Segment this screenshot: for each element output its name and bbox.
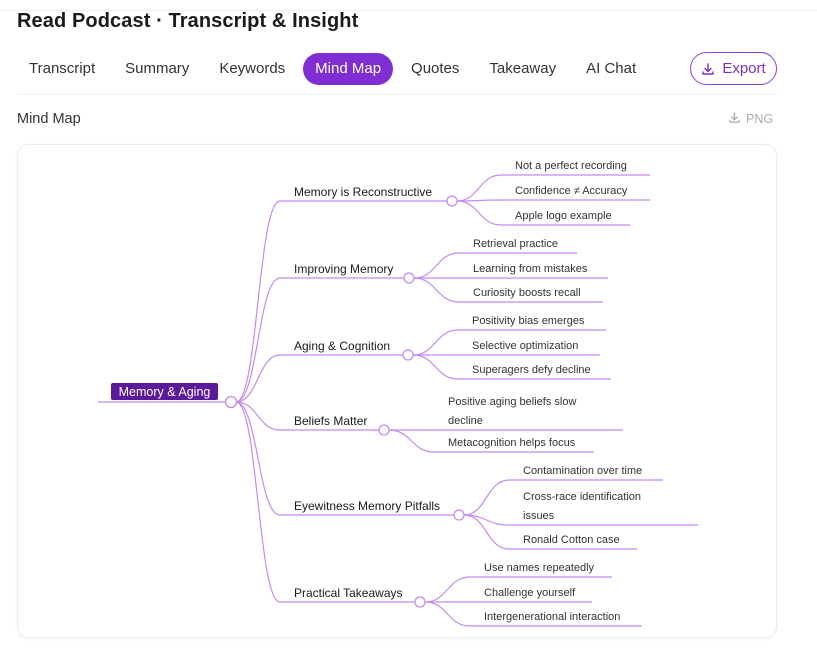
child-label: Confidence ≠ Accuracy	[515, 185, 628, 197]
child-label: issues	[523, 510, 555, 522]
child-label: Apple logo example	[515, 210, 612, 222]
branch-toggle	[402, 349, 414, 361]
branch-label: Improving Memory	[294, 262, 393, 276]
child-label: Retrieval practice	[473, 238, 558, 250]
mind-map: Memory & Aging Memory is Reconstructive No…	[98, 160, 698, 627]
child-label: Contamination over time	[523, 465, 642, 477]
branch-label: Eyewitness Memory Pitfalls	[294, 499, 440, 513]
branch-label: Aging & Cognition	[294, 339, 390, 353]
child-edge	[412, 329, 459, 356]
child-edge	[413, 277, 460, 303]
child-label: Learning from mistakes	[473, 263, 588, 275]
child-label: decline	[448, 415, 483, 427]
branch-toggle	[403, 272, 415, 284]
child-edge	[463, 479, 510, 516]
branch-toggle	[453, 509, 465, 521]
child-label: Intergenerational interaction	[484, 611, 620, 623]
child-label: Cross-race identification	[523, 491, 641, 503]
child-label: Not a perfect recording	[515, 160, 627, 172]
branch-label: Beliefs Matter	[294, 414, 367, 428]
branch-toggle	[446, 195, 458, 207]
child-label: Positive aging beliefs slow	[448, 396, 576, 408]
child-label: Superagers defy decline	[472, 364, 591, 376]
child-edge	[456, 174, 502, 202]
child-label: Ronald Cotton case	[523, 534, 620, 546]
branch-edge	[235, 401, 281, 603]
child-edge	[456, 200, 502, 226]
branch-label: Practical Takeaways	[294, 586, 403, 600]
child-label: Metacognition helps focus	[448, 437, 576, 449]
child-edge	[424, 576, 471, 603]
child-label: Curiosity boosts recall	[473, 287, 581, 299]
child-edge	[412, 354, 459, 380]
root-toggle	[224, 395, 238, 409]
child-label: Challenge yourself	[484, 587, 576, 599]
root-label: Memory & Aging	[119, 385, 211, 399]
child-edge	[413, 252, 460, 279]
child-edge	[424, 601, 471, 627]
branch-edge	[235, 200, 281, 403]
child-label: Positivity bias emerges	[472, 315, 585, 327]
child-label: Selective optimization	[472, 340, 578, 352]
branch-toggle	[378, 424, 390, 436]
branch-label: Memory is Reconstructive	[294, 185, 432, 199]
child-edge	[388, 429, 435, 453]
child-label: Use names repeatedly	[484, 562, 595, 574]
branch-toggle	[414, 596, 426, 608]
